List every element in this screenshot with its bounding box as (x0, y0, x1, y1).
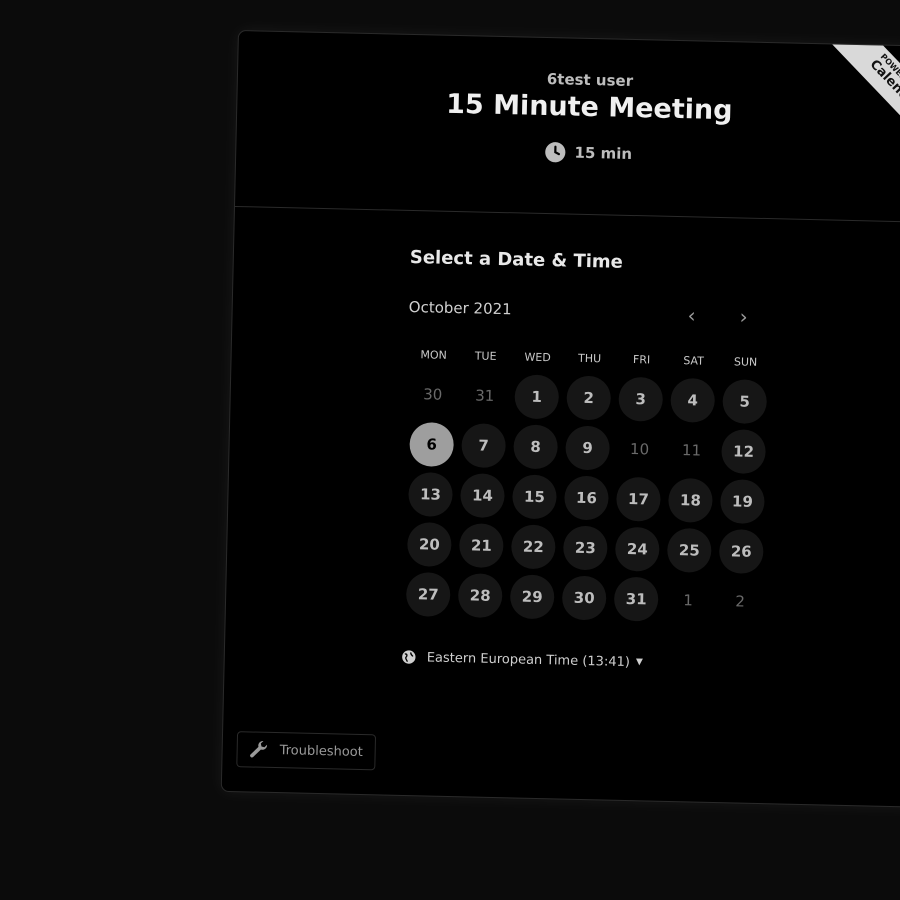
calendar-day: 10 (613, 424, 666, 475)
calendar-day[interactable]: 25 (663, 525, 716, 576)
calendar-day-label: 24 (614, 526, 660, 572)
calendar-day[interactable]: 18 (664, 475, 717, 526)
clock-icon (545, 142, 566, 163)
calendar-day-label: 10 (629, 440, 650, 459)
section-title: Select a Date & Time (409, 246, 624, 273)
calendar-day-label: 25 (666, 527, 712, 573)
globe-icon (402, 650, 416, 664)
wrench-icon (250, 741, 268, 758)
calendar-day[interactable]: 17 (612, 474, 665, 525)
calendar-day-label: 28 (457, 573, 503, 619)
calendar-day-label: 6 (409, 422, 455, 467)
scheduling-card: 6test user 15 Minute Meeting 15 min POWE… (220, 30, 900, 808)
calendar-day-label: 5 (722, 379, 768, 425)
calendar-day[interactable]: 5 (718, 376, 771, 427)
calendar-grid: 30 31 1 2 3 4 5 6 7 8 9 10 11 12 13 14 15 16 17 18 19 20 21 22 2… (402, 369, 772, 627)
calendar-day[interactable]: 22 (507, 521, 560, 572)
calendar-day-label: 15 (511, 474, 557, 520)
weekday-label: THU (577, 351, 602, 366)
calendar-day: 2 (714, 576, 767, 627)
calendar-day-label: 31 (475, 386, 495, 405)
calendar-day[interactable]: 1 (510, 371, 563, 422)
calendar-day: 11 (665, 425, 718, 476)
calendar-day[interactable]: 13 (404, 469, 457, 520)
weekday-label: TUE (474, 349, 497, 363)
calendar-day-label: 21 (458, 523, 504, 569)
calendar-day[interactable]: 29 (506, 571, 559, 622)
calendar-day-label: 2 (735, 592, 746, 611)
calendar-day-label: 30 (423, 385, 443, 404)
calendar-day-label: 11 (681, 441, 702, 460)
calendar-day-label: 1 (514, 374, 560, 420)
calendar-day[interactable]: 27 (402, 569, 455, 620)
calendar-day[interactable]: 2 (562, 372, 615, 423)
calendar-day[interactable]: 8 (509, 421, 562, 472)
calendar-day-label: 4 (670, 377, 716, 423)
calendar-day[interactable]: 30 (558, 572, 611, 623)
calendar-day[interactable]: 4 (666, 375, 719, 426)
calendar-day[interactable]: 16 (560, 472, 613, 523)
calendar-day[interactable]: 3 (614, 374, 667, 425)
duration-text: 15 min (574, 143, 633, 163)
calendar-day[interactable]: 20 (403, 519, 456, 570)
calendar-day-label: 26 (718, 529, 764, 575)
calendar-day-label: 16 (563, 475, 609, 521)
calendar-day-label: 22 (510, 524, 556, 570)
weekday-label: SUN (733, 355, 758, 369)
weekday-label: SAT (683, 354, 705, 368)
calendar-day-label: 30 (561, 575, 607, 621)
calendar-day[interactable]: 14 (456, 470, 509, 521)
calendar-day-label: 13 (408, 471, 454, 517)
calendar-day[interactable]: 7 (457, 420, 510, 471)
calendar-day[interactable]: 23 (559, 522, 612, 573)
duration-info: 15 min (536, 141, 640, 165)
calendar-day-label: 14 (460, 473, 505, 519)
meeting-title: 15 Minute Meeting (445, 88, 733, 127)
calendar-day-label: 20 (406, 521, 452, 567)
next-month-button[interactable]: › (729, 302, 758, 331)
timezone-selector[interactable]: Eastern European Time (13:41) ▼ (401, 649, 643, 670)
weekday-label: FRI (632, 353, 651, 367)
calendar-day-label: 8 (513, 424, 559, 470)
calendar-day[interactable]: 15 (508, 471, 561, 522)
weekday-label: WED (524, 350, 551, 365)
calendar-day[interactable]: 21 (455, 520, 508, 571)
event-header: 6test user 15 Minute Meeting 15 min (234, 31, 900, 223)
calendar-day-label: 2 (566, 375, 612, 421)
weekday-header-row: MON TUE WED THU FRI SAT SUN (408, 348, 772, 369)
troubleshoot-button[interactable]: Troubleshoot (236, 731, 377, 771)
calendar-day-label: 31 (613, 576, 659, 622)
calendar-day-label: 9 (565, 425, 611, 471)
calendar-day-label: 29 (509, 574, 555, 620)
calendar-day-label: 12 (721, 429, 767, 475)
host-name: 6test user (546, 70, 634, 90)
calendar-day[interactable]: 28 (454, 570, 507, 621)
calendar-day[interactable]: 12 (717, 426, 770, 477)
calendar-day-label: 19 (719, 479, 765, 525)
calendar-day-label: 27 (405, 571, 451, 617)
calendar-day-label: 7 (461, 423, 507, 469)
calendar-day: 31 (458, 370, 511, 421)
calendar-day-label: 18 (667, 477, 713, 523)
chevron-left-icon: ‹ (687, 303, 696, 328)
chevron-right-icon: › (739, 304, 748, 329)
calendar-day[interactable]: 24 (611, 524, 664, 575)
calendar-day[interactable]: 26 (715, 526, 768, 577)
calendar-day-label: 3 (618, 376, 664, 422)
month-label: October 2021 (408, 297, 512, 319)
calendar-day: 1 (662, 575, 715, 626)
calendar-day: 30 (406, 369, 459, 420)
calendar-day[interactable]: 31 (610, 574, 663, 625)
calendar-day-label: 23 (562, 525, 608, 571)
previous-month-button[interactable]: ‹ (677, 301, 706, 330)
calendar-day-selected[interactable]: 6 (405, 419, 458, 470)
caret-down-icon: ▼ (635, 657, 643, 668)
calendar-day[interactable]: 9 (561, 422, 614, 473)
calendar-day[interactable]: 19 (716, 476, 769, 527)
calendar-day-label: 1 (683, 591, 694, 610)
weekday-label: MON (420, 348, 448, 362)
calendar-day-label: 17 (615, 476, 661, 522)
troubleshoot-label: Troubleshoot (279, 742, 363, 760)
timezone-label: Eastern European Time (13:41) (426, 649, 631, 670)
